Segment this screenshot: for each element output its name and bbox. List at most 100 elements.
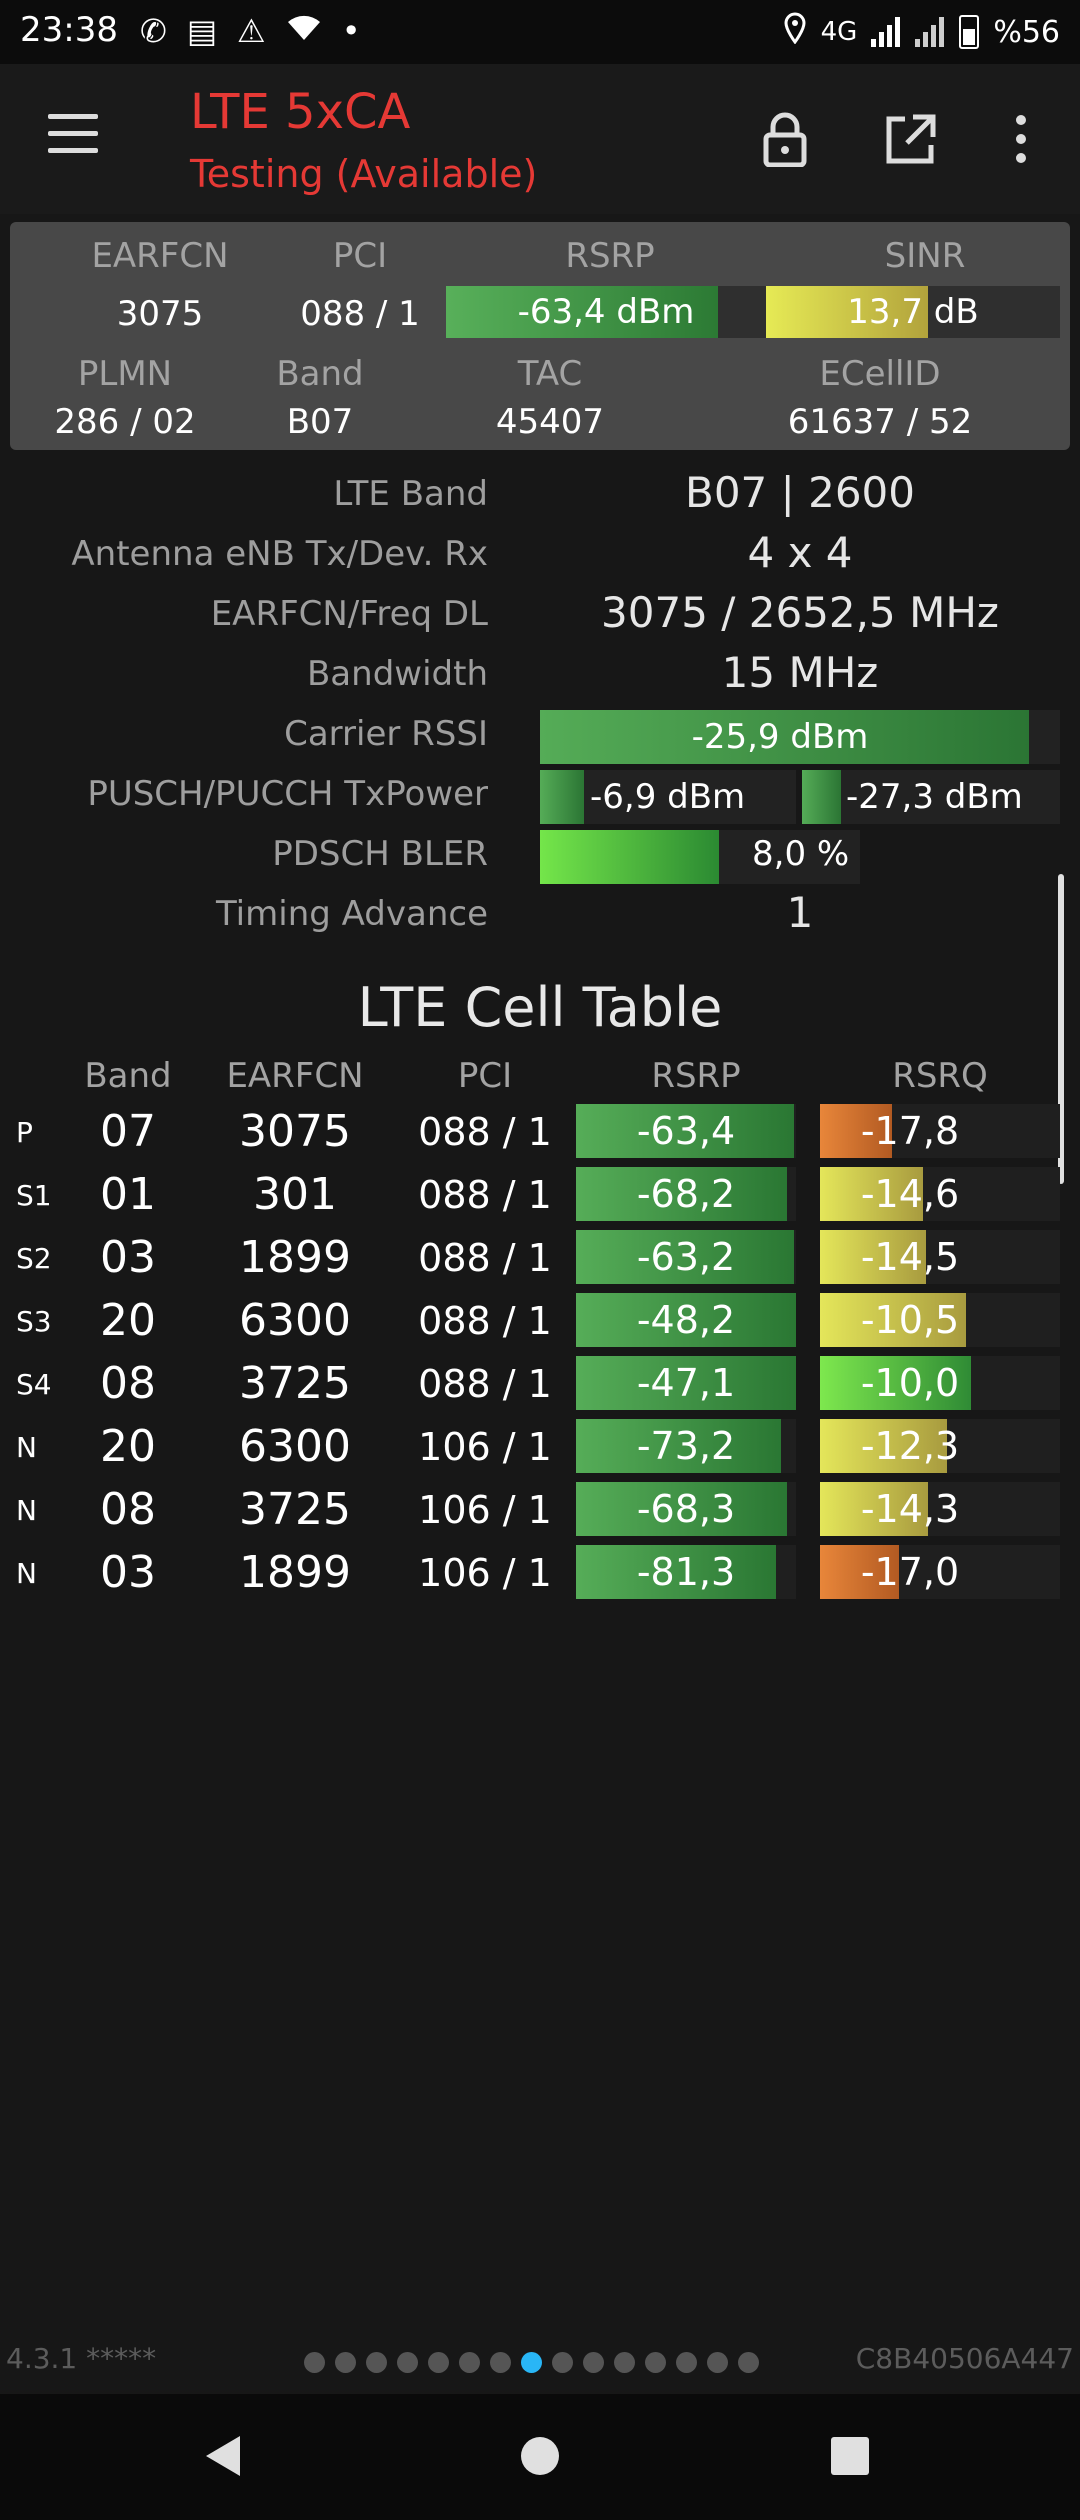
- plmn-label: PLMN: [77, 354, 173, 394]
- row-band: 20: [100, 1295, 156, 1346]
- row-rsrq-value: -10,5: [860, 1298, 960, 1342]
- row-rsrq-value: -14,6: [860, 1172, 960, 1216]
- pusch-value: -6,9 dBm: [590, 777, 746, 817]
- page-indicator[interactable]: [304, 2352, 759, 2373]
- row-earfcn: 3075: [239, 1106, 351, 1157]
- row-pci: 106 / 1: [418, 1551, 552, 1595]
- bler-fill: [540, 830, 720, 884]
- row-rsrp-value: -68,3: [636, 1487, 736, 1531]
- page-dot[interactable]: [366, 2352, 387, 2373]
- row-band: 01: [100, 1169, 156, 1220]
- row-type: N: [16, 1431, 37, 1464]
- location-icon: [783, 12, 807, 52]
- row-pci: 106 / 1: [418, 1488, 552, 1532]
- row-rsrq-meter: -14,6: [820, 1167, 1060, 1221]
- row-band: 20: [100, 1421, 156, 1472]
- battery-level: %56: [993, 14, 1060, 50]
- page-dot[interactable]: [521, 2352, 542, 2373]
- row-rsrq-meter: -17,0: [820, 1545, 1060, 1599]
- pusch-meter: -6,9 dBm: [540, 770, 796, 824]
- row-earfcn: 6300: [239, 1295, 351, 1346]
- summary-panel: EARFCN PCI RSRP SINR 3075 088 / 1 -63,4 …: [10, 222, 1070, 450]
- page-dot[interactable]: [645, 2352, 666, 2373]
- row-rsrq-value: -14,3: [860, 1487, 960, 1531]
- row-rsrq-meter: -10,5: [820, 1293, 1060, 1347]
- row-rsrp-meter: -47,1: [576, 1356, 796, 1410]
- row-rsrq-meter: -14,5: [820, 1230, 1060, 1284]
- page-dot[interactable]: [304, 2352, 325, 2373]
- row-type: S3: [16, 1305, 52, 1338]
- ecellid-label: ECellID: [819, 354, 941, 394]
- page-dot[interactable]: [428, 2352, 449, 2373]
- row-rsrq-value: -17,0: [860, 1550, 960, 1594]
- row-type: N: [16, 1557, 37, 1590]
- page-dot[interactable]: [397, 2352, 418, 2373]
- home-icon[interactable]: [518, 2434, 562, 2482]
- band-value: B07: [286, 402, 354, 442]
- row-type: N: [16, 1494, 37, 1527]
- sinr-meter: 13,7 dB: [766, 286, 1060, 338]
- earfcn-label: EARFCN: [91, 236, 229, 276]
- clock: 23:38: [20, 10, 118, 50]
- row-rsrq-meter: -17,8: [820, 1104, 1060, 1158]
- row-rsrp-meter: -68,2: [576, 1167, 796, 1221]
- lock-icon[interactable]: [750, 104, 820, 174]
- dot-icon: •: [341, 12, 361, 50]
- row-rsrp-value: -81,3: [636, 1550, 736, 1594]
- page-dot[interactable]: [552, 2352, 573, 2373]
- rsrp-meter: -63,4 dBm: [446, 286, 766, 338]
- row-rsrp-meter: -63,4: [576, 1104, 796, 1158]
- row-earfcn: 3725: [239, 1484, 351, 1535]
- row-rsrp-meter: -68,3: [576, 1482, 796, 1536]
- header-earfcn: EARFCN: [226, 1056, 364, 1096]
- page-dot[interactable]: [490, 2352, 511, 2373]
- ecellid-value: 61637 / 52: [787, 402, 973, 442]
- row-earfcn: 1899: [239, 1232, 351, 1283]
- pci-value: 088 / 1: [300, 294, 420, 334]
- page-dot[interactable]: [459, 2352, 480, 2373]
- page-dot[interactable]: [738, 2352, 759, 2373]
- bandwidth-value: 15 MHz: [721, 648, 879, 697]
- signal-icon: [871, 17, 901, 47]
- row-band: 03: [100, 1547, 156, 1598]
- row-type: S1: [16, 1179, 52, 1212]
- timing-advance-value: 1: [786, 888, 814, 937]
- app-title: LTE 5xCA: [190, 84, 411, 140]
- pusch-fill: [540, 770, 584, 824]
- header-rsrq: RSRQ: [892, 1056, 988, 1096]
- page-dot[interactable]: [335, 2352, 356, 2373]
- earfcn-freq-value: 3075 / 2652,5 MHz: [601, 588, 999, 637]
- back-icon[interactable]: [200, 2432, 244, 2484]
- page-dot[interactable]: [614, 2352, 635, 2373]
- row-pci: 088 / 1: [418, 1173, 552, 1217]
- bandwidth-label: Bandwidth: [306, 654, 488, 694]
- row-rsrp-meter: -73,2: [576, 1419, 796, 1473]
- row-band: 08: [100, 1358, 156, 1409]
- row-rsrp-value: -48,2: [636, 1298, 736, 1342]
- timing-advance-label: Timing Advance: [215, 894, 488, 934]
- page-dot[interactable]: [583, 2352, 604, 2373]
- header-rsrp: RSRP: [651, 1056, 741, 1096]
- pci-label: PCI: [332, 236, 388, 276]
- row-pci: 088 / 1: [418, 1236, 552, 1280]
- menu-icon[interactable]: [48, 114, 98, 154]
- network-type: 4G: [820, 17, 858, 47]
- page-dot[interactable]: [676, 2352, 697, 2373]
- carrier-rssi-meter: -25,9 dBm: [540, 710, 1060, 764]
- pucch-value: -27,3 dBm: [846, 777, 1023, 817]
- page-dot[interactable]: [707, 2352, 728, 2373]
- tac-label: TAC: [517, 354, 583, 394]
- row-band: 03: [100, 1232, 156, 1283]
- row-type: P: [16, 1116, 33, 1149]
- navigation-bar: [0, 2394, 1080, 2520]
- row-band: 07: [100, 1106, 156, 1157]
- carrier-rssi-value: -25,9 dBm: [691, 717, 869, 757]
- open-external-icon[interactable]: [876, 104, 946, 174]
- tac-value: 45407: [495, 402, 605, 442]
- more-vert-icon[interactable]: [986, 104, 1056, 174]
- recents-icon[interactable]: [828, 2434, 872, 2482]
- cell-table-title: LTE Cell Table: [357, 976, 723, 1039]
- version-label: 4.3.1 *****: [6, 2342, 157, 2375]
- row-rsrp-value: -68,2: [636, 1172, 736, 1216]
- row-rsrq-value: -14,5: [860, 1235, 960, 1279]
